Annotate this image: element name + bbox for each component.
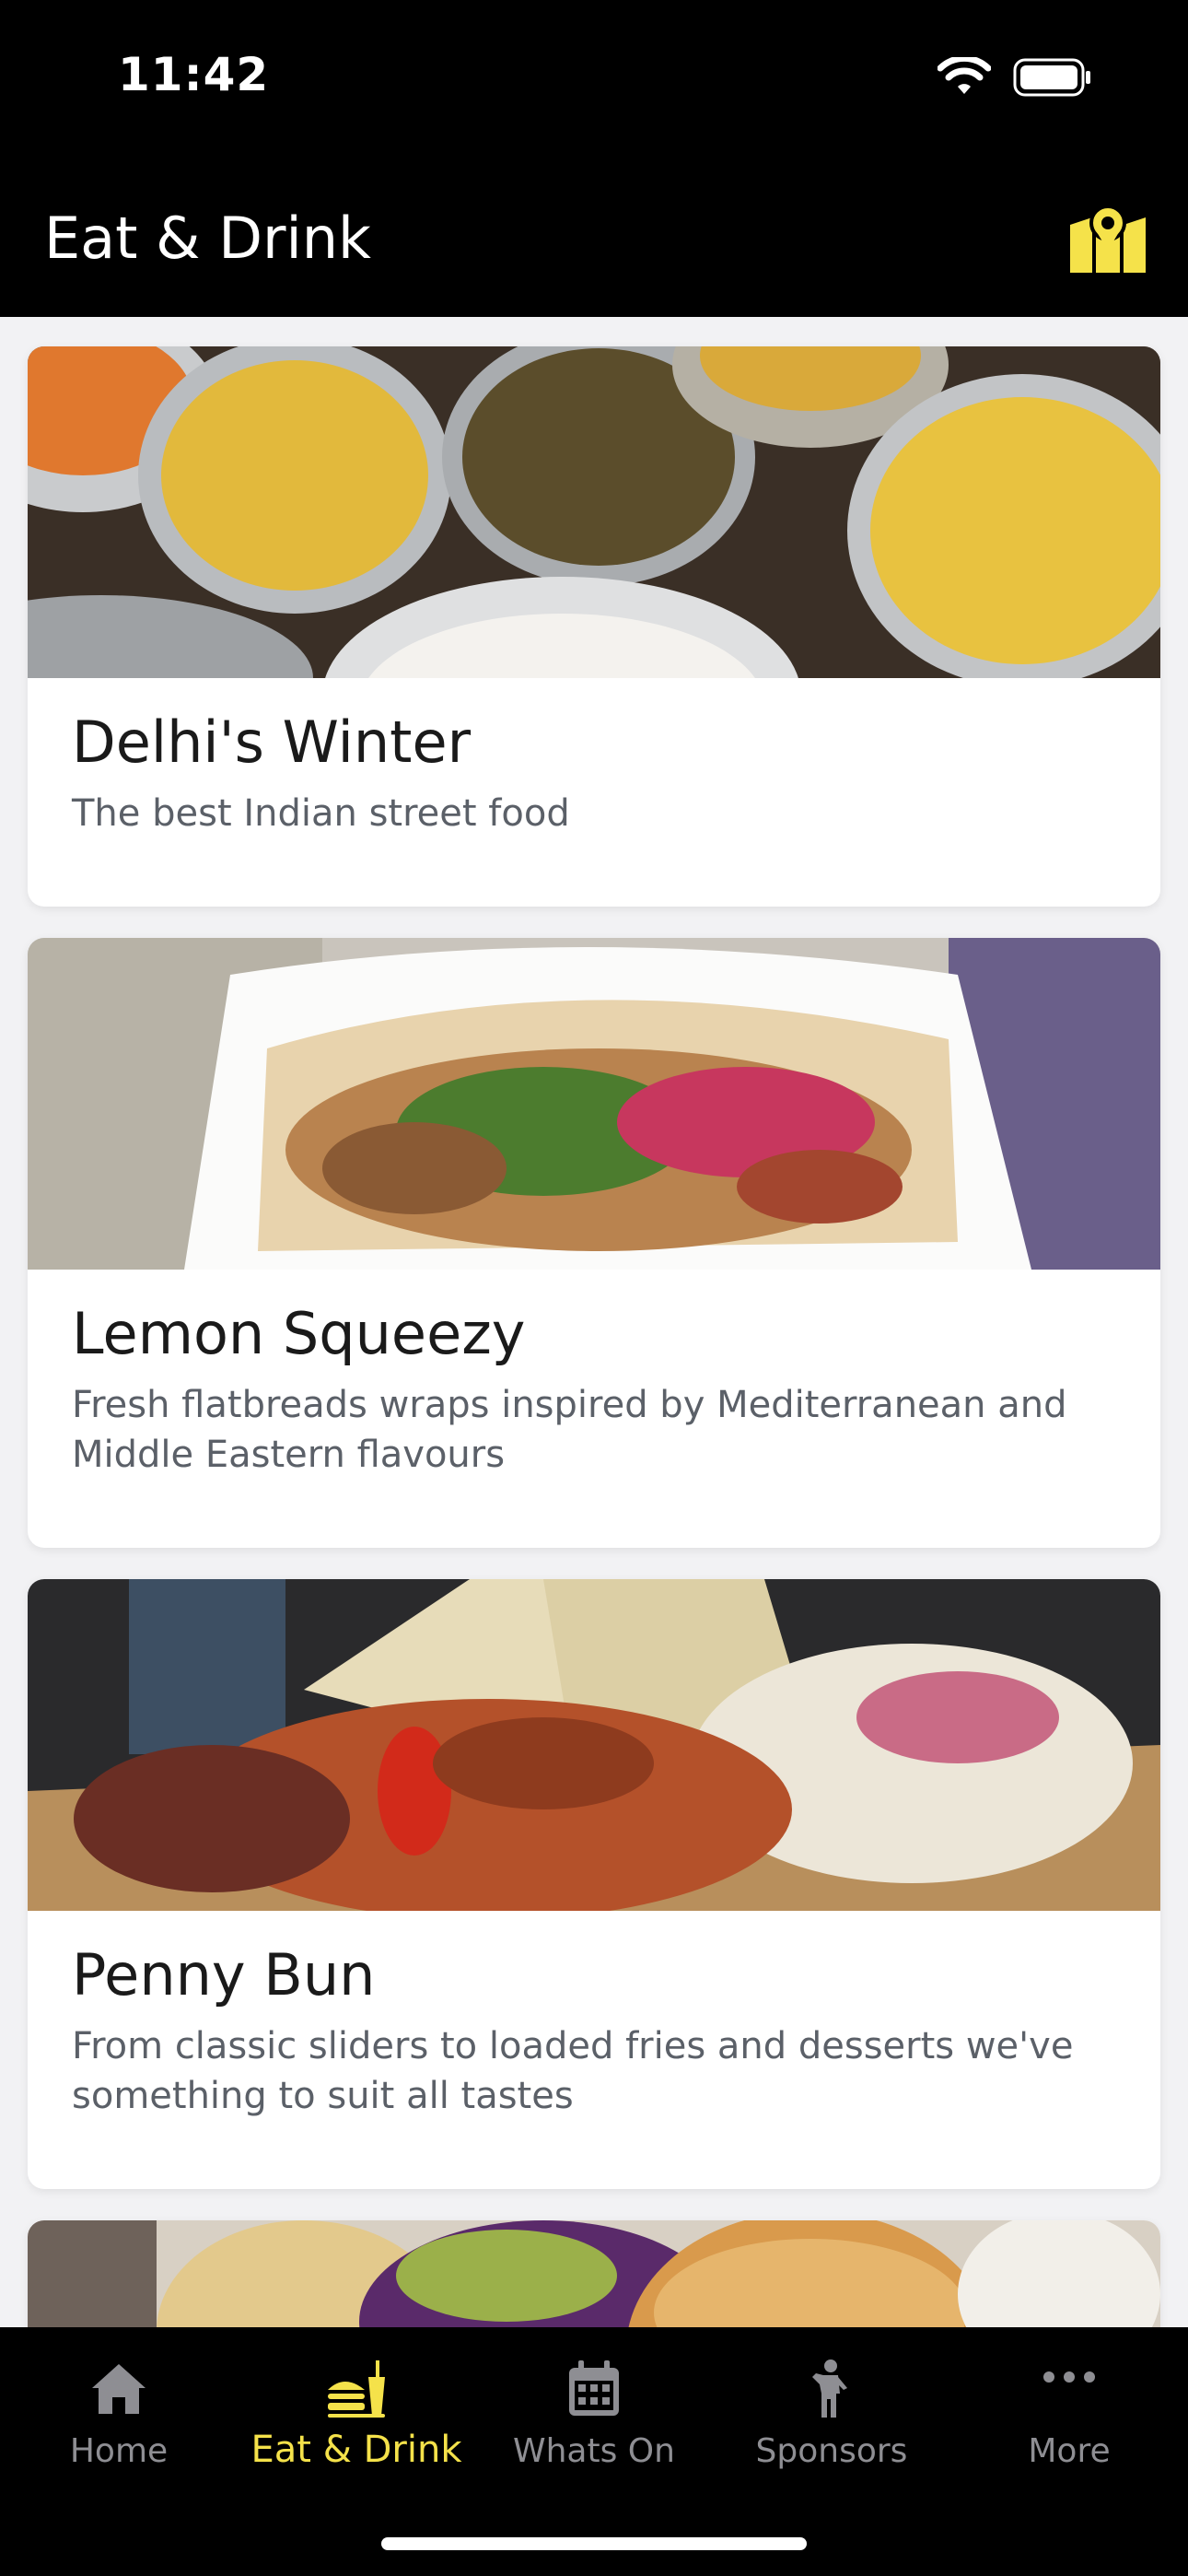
- food-image: [28, 938, 1160, 1270]
- food-image: [28, 346, 1160, 678]
- restaurant-card-partial[interactable]: [28, 2220, 1160, 2327]
- tab-eat-drink[interactable]: Eat & Drink: [238, 2327, 475, 2493]
- calendar-icon: [569, 2360, 619, 2416]
- tab-home[interactable]: Home: [0, 2327, 238, 2493]
- food-image: [28, 2220, 1160, 2327]
- tab-label: More: [1028, 2432, 1111, 2470]
- restaurant-card-lemon-squeezy[interactable]: Lemon Squeezy Fresh flatbreads wraps ins…: [28, 938, 1160, 1548]
- tab-sponsors[interactable]: Sponsors: [713, 2327, 950, 2493]
- status-time: 11:42: [118, 48, 270, 101]
- restaurant-name: Lemon Squeezy: [72, 1300, 526, 1367]
- more-dots-icon: [1043, 2371, 1095, 2383]
- wifi-icon: [938, 57, 991, 94]
- map-icon[interactable]: [1068, 205, 1147, 275]
- status-icons: [938, 57, 1092, 98]
- restaurant-description: From classic sliders to loaded fries and…: [72, 2025, 1074, 2117]
- restaurant-description: The best Indian street food: [72, 792, 570, 835]
- home-icon: [92, 2364, 146, 2414]
- tab-label: Eat & Drink: [250, 2429, 462, 2471]
- top-bar: 11:42 Eat & Drink: [0, 0, 1188, 317]
- restaurant-feed[interactable]: Delhi's Winter The best Indian street fo…: [0, 317, 1188, 2327]
- food-image: [28, 1579, 1160, 1911]
- restaurant-name: Penny Bun: [72, 1941, 376, 2008]
- home-indicator[interactable]: [381, 2537, 807, 2550]
- tab-label: Home: [69, 2432, 169, 2470]
- restaurant-card-penny-bun[interactable]: Penny Bun From classic sliders to loaded…: [28, 1579, 1160, 2189]
- person-icon: [812, 2359, 847, 2418]
- tab-more[interactable]: More: [950, 2327, 1188, 2493]
- restaurant-description: Fresh flatbreads wraps inspired by Medit…: [72, 1384, 1067, 1476]
- tab-label: Sponsors: [755, 2432, 908, 2470]
- tab-label: Whats On: [513, 2432, 675, 2470]
- burger-drink-icon: [328, 2360, 385, 2418]
- restaurant-name: Delhi's Winter: [72, 708, 472, 776]
- tab-whats-on[interactable]: Whats On: [475, 2327, 713, 2493]
- battery-icon: [1013, 58, 1090, 97]
- restaurant-card-delhis-winter[interactable]: Delhi's Winter The best Indian street fo…: [28, 346, 1160, 907]
- page-title: Eat & Drink: [44, 205, 371, 272]
